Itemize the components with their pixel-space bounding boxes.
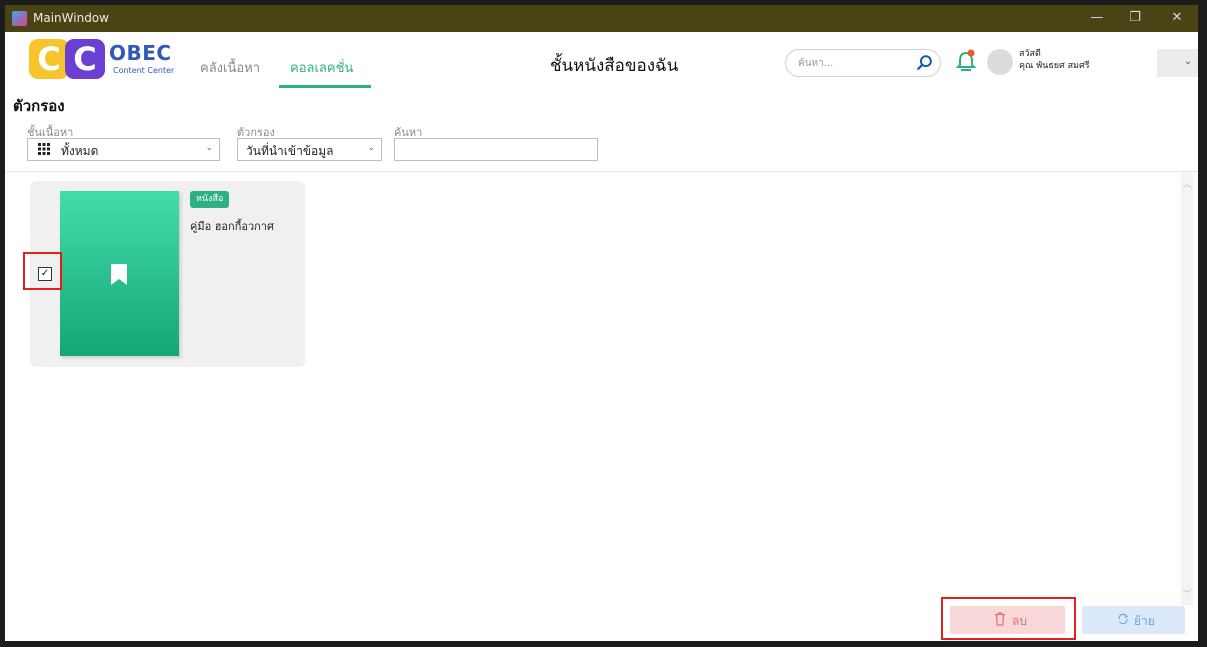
book-cover[interactable] xyxy=(60,191,179,356)
trash-icon xyxy=(995,612,1005,626)
app-header: C C OBEC Content Center คลังเนื้อหา คอลเ… xyxy=(5,32,1198,90)
search-icon[interactable] xyxy=(916,54,934,72)
chevron-down-icon: ⌄ xyxy=(205,143,213,153)
notification-bell-icon[interactable] xyxy=(955,49,977,73)
main-window: MainWindow — ❐ ✕ C C OBEC Content Center… xyxy=(5,5,1198,641)
refresh-icon xyxy=(1118,613,1129,625)
logo-subtitle: Content Center xyxy=(113,66,175,75)
chevron-down-icon: ⌄ xyxy=(367,143,375,153)
user-name: คุณ พันธยศ สมศรี xyxy=(1019,61,1090,71)
page-title: ชั้นหนังสือของฉัน xyxy=(550,56,679,76)
user-avatar[interactable] xyxy=(987,49,1013,75)
delete-button[interactable]: ลบ xyxy=(950,606,1065,634)
bookmark-icon xyxy=(111,264,127,285)
filter-search-input[interactable] xyxy=(394,138,598,161)
app-icon xyxy=(12,11,27,26)
close-button[interactable]: ✕ xyxy=(1157,5,1197,32)
scroll-down-icon[interactable]: ﹀ xyxy=(1181,587,1193,600)
header-search-input[interactable]: ค้นหา... xyxy=(785,49,941,77)
item-select-checkbox[interactable]: ✓ xyxy=(38,267,52,281)
category-select[interactable]: ทั้งหมด ⌄ xyxy=(27,138,220,161)
title-bar: MainWindow — ❐ ✕ xyxy=(5,5,1198,32)
tab-collection[interactable]: คอลเลคชั่น xyxy=(290,57,353,78)
section-divider xyxy=(5,171,1198,172)
chevron-down-icon: ⌄ xyxy=(1184,56,1193,67)
sort-select-value: วันที่นำเข้าข้อมูล xyxy=(246,144,334,158)
active-tab-indicator xyxy=(279,85,371,88)
grid-icon xyxy=(38,143,50,155)
move-button[interactable]: ย้าย xyxy=(1082,606,1185,634)
search-placeholder: ค้นหา... xyxy=(798,58,834,69)
user-menu-dropdown[interactable]: ⌄ xyxy=(1157,49,1198,77)
filter-section-title: ตัวกรอง xyxy=(13,97,65,115)
maximize-button[interactable]: ❐ xyxy=(1115,5,1155,32)
logo-letter-c-yellow: C xyxy=(29,39,69,79)
item-type-badge: หนังสือ xyxy=(190,191,230,208)
logo-name: OBEC xyxy=(109,41,172,65)
book-title[interactable]: คู่มือ ฮอกกี้อวกาศ xyxy=(190,217,274,235)
book-card[interactable]: ✓ หนังสือ คู่มือ ฮอกกี้อวกาศ xyxy=(23,181,305,367)
scroll-up-icon[interactable]: ︿ xyxy=(1181,177,1193,190)
vertical-scrollbar[interactable] xyxy=(1181,173,1193,605)
sort-select[interactable]: วันที่นำเข้าข้อมูล ⌄ xyxy=(237,138,382,161)
logo-letter-c-purple: C xyxy=(65,39,105,79)
window-title: MainWindow xyxy=(33,11,109,25)
delete-button-label: ลบ xyxy=(1012,614,1027,628)
category-select-value: ทั้งหมด xyxy=(61,144,99,158)
minimize-button[interactable]: — xyxy=(1077,5,1117,32)
move-button-label: ย้าย xyxy=(1134,614,1155,628)
tab-content-library[interactable]: คลังเนื้อหา xyxy=(200,57,260,78)
